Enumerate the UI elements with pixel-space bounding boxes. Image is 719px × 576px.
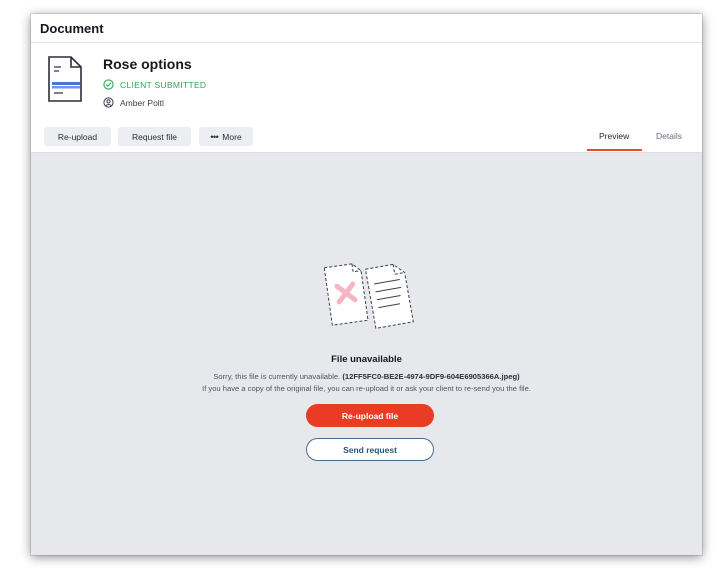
active-tab-indicator (587, 149, 642, 151)
more-button[interactable]: ••• More (199, 127, 253, 146)
user-circle-icon (103, 97, 114, 108)
request-file-button[interactable]: Request file (118, 127, 191, 146)
empty-state-message: Sorry, this file is currently unavailabl… (31, 372, 702, 381)
client-name: Amber Poltl (120, 97, 164, 108)
document-name: Rose options (103, 56, 192, 72)
tab-preview[interactable]: Preview (599, 131, 629, 141)
window-title: Document (40, 21, 104, 36)
document-icon (48, 56, 82, 102)
empty-state-hint: If you have a copy of the original file,… (202, 384, 531, 393)
reupload-file-button[interactable]: Re-upload file (306, 404, 434, 427)
empty-state-title: File unavailable (331, 354, 402, 365)
file-reference: (12FF5FC0-BE2E-4974-9DF9-604E6905366A.jp… (342, 372, 520, 381)
more-label: More (222, 131, 242, 142)
document-window: Document Rose options CLIENT SUBMITTED A… (31, 14, 702, 555)
tab-details[interactable]: Details (656, 131, 682, 141)
reupload-button[interactable]: Re-upload (44, 127, 111, 146)
title-bar: Document (31, 14, 702, 43)
unavailable-text: Sorry, this file is currently unavailabl… (213, 372, 341, 381)
send-request-button[interactable]: Send request (306, 438, 434, 461)
status-text: CLIENT SUBMITTED (120, 79, 207, 90)
status-badge: CLIENT SUBMITTED (103, 79, 206, 90)
client-info: Amber Poltl (103, 97, 164, 108)
toolbar: Re-upload Request file ••• More Preview … (31, 122, 702, 153)
ellipsis-icon: ••• (210, 131, 219, 142)
broken-files-icon (323, 263, 414, 329)
check-circle-icon (103, 79, 114, 90)
